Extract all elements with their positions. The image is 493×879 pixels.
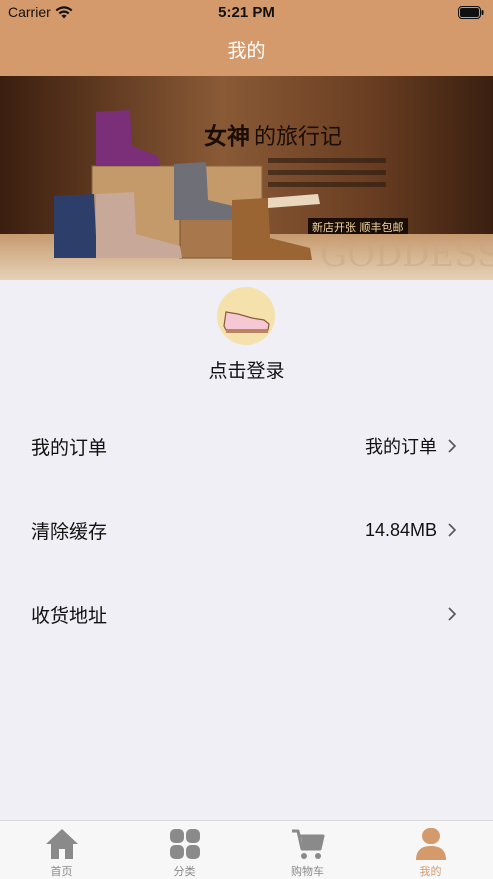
- status-time: 5:21 PM: [218, 4, 275, 21]
- banner-image: GODDESS 女神 的旅行记 新店开张 顺丰包邮: [0, 76, 493, 280]
- menu-label: 清除缓存: [31, 520, 108, 543]
- battery-icon: [458, 6, 484, 19]
- tab-bar: 首页 分类 购物车 我的: [0, 820, 493, 879]
- tab-mine[interactable]: 我的: [369, 821, 492, 879]
- tab-category[interactable]: 分类: [123, 821, 246, 879]
- person-icon: [416, 828, 446, 860]
- cart-icon: [292, 829, 325, 859]
- nav-bar: 我的: [0, 26, 493, 76]
- menu-row-orders[interactable]: 我的订单 我的订单: [0, 424, 493, 468]
- menu-row-clear-cache[interactable]: 清除缓存 14.84MB: [0, 508, 493, 552]
- banner-tag: 新店开张 顺丰包邮: [312, 220, 404, 234]
- menu-label: 收货地址: [31, 604, 108, 627]
- tab-label: 首页: [50, 865, 73, 878]
- menu-label: 我的订单: [31, 436, 108, 459]
- banner-title-bold: 女神: [204, 123, 250, 150]
- tab-cart[interactable]: 购物车: [246, 821, 369, 879]
- menu-value: 14.84MB: [364, 519, 437, 540]
- tab-home[interactable]: 首页: [0, 821, 123, 879]
- banner-title-rest: 的旅行记: [254, 125, 342, 150]
- tab-label: 我的: [419, 865, 442, 878]
- chevron-right-icon: [448, 439, 457, 453]
- home-icon: [46, 829, 78, 859]
- grid-icon: [170, 829, 200, 859]
- status-bar: Carrier 5:21 PM: [0, 0, 493, 26]
- tab-label: 购物车: [291, 865, 324, 878]
- banner-watermark: GODDESS: [320, 235, 493, 275]
- menu-value: 我的订单: [365, 437, 437, 458]
- promo-banner[interactable]: GODDESS 女神 的旅行记 新店开张 顺丰包邮: [0, 76, 493, 280]
- menu-row-address[interactable]: 收货地址: [0, 592, 493, 636]
- avatar[interactable]: [216, 286, 276, 346]
- chevron-right-icon: [448, 607, 457, 621]
- page-title: 我的: [227, 40, 266, 62]
- chevron-right-icon: [448, 523, 457, 537]
- shoe-avatar-icon: [217, 287, 275, 345]
- login-button[interactable]: 点击登录: [0, 356, 493, 383]
- tab-label: 分类: [173, 865, 196, 878]
